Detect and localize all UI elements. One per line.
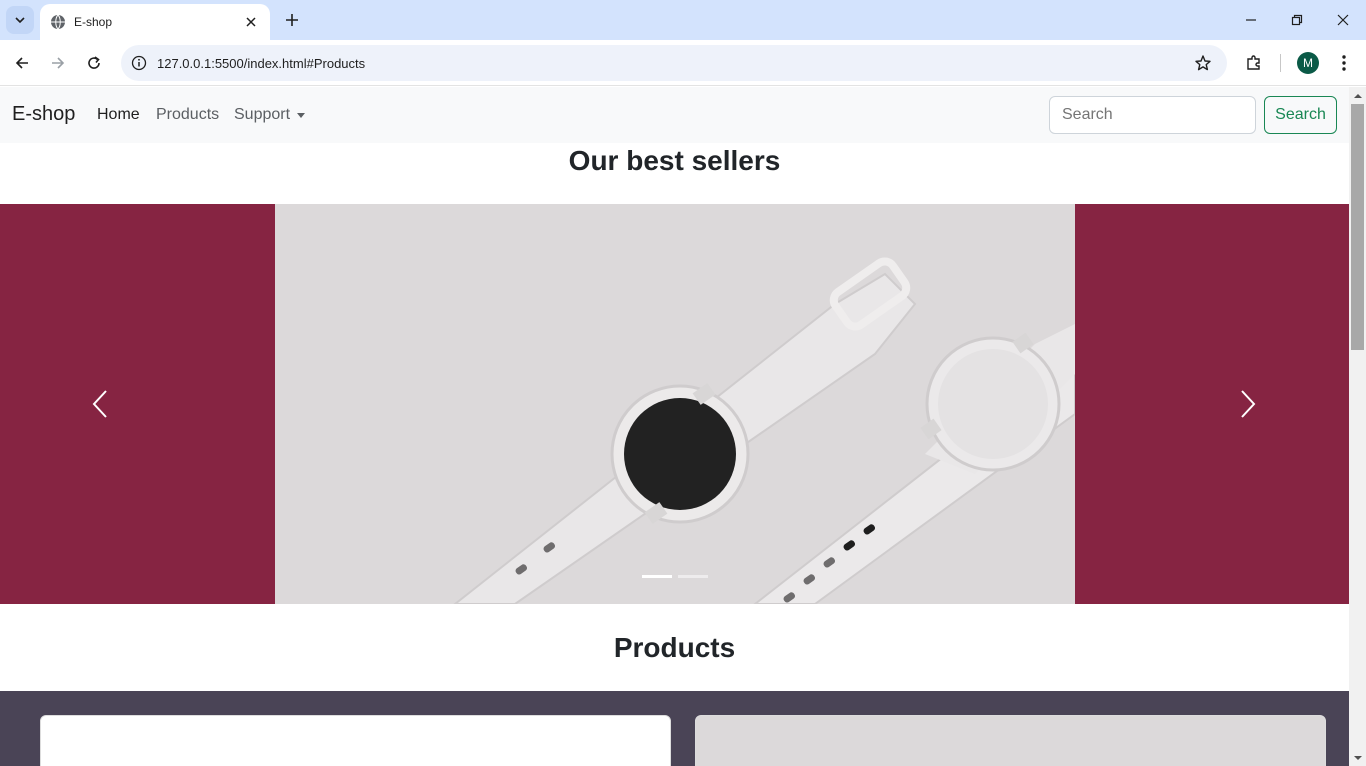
browser-toolbar: 127.0.0.1:5500/index.html#Products [0,40,1366,86]
search-input[interactable] [1049,96,1256,134]
tab-search-button[interactable] [6,6,34,34]
more-vertical-icon [1342,55,1346,71]
products-heading: Products [613,632,736,663]
products-section [0,691,1349,766]
best-sellers-carousel [0,204,1349,604]
forward-button[interactable] [44,49,72,77]
chevron-right-icon [1241,390,1256,418]
arrow-left-icon [15,57,28,69]
scroll-up-button[interactable] [1349,87,1366,104]
chevron-left-icon [92,390,107,418]
search-button[interactable]: Search [1264,96,1337,134]
plus-icon [286,14,298,26]
minimize-button[interactable] [1228,0,1274,40]
best-sellers-heading: Our best sellers [568,145,781,176]
nav-support-label: Support [234,106,291,123]
site-navbar: E-shop Home Products Support Search [0,87,1349,143]
bookmark-star-icon[interactable] [1185,45,1221,81]
site-info-icon[interactable] [121,45,157,81]
restore-icon [1291,14,1303,26]
restore-button[interactable] [1274,0,1320,40]
close-icon [246,17,256,27]
profile-avatar[interactable]: M [1297,52,1319,74]
toolbar-divider [1280,54,1281,72]
page-viewport: E-shop Home Products Support Search Our … [0,87,1349,766]
nav-dropdown-support[interactable]: Support [234,106,306,124]
caret-down-icon [297,112,306,118]
arrow-right-icon [52,57,65,69]
close-icon [1337,14,1349,26]
nav-link-products[interactable]: Products [156,106,219,124]
tab-title: E-shop [74,15,113,29]
address-bar[interactable]: 127.0.0.1:5500/index.html#Products [121,45,1227,81]
triangle-down-icon [1353,755,1362,760]
back-button[interactable] [8,49,36,77]
page-scrollbar[interactable] [1349,87,1366,766]
browser-tabstrip: E-shop [0,0,1366,40]
chevron-down-icon [15,17,25,24]
carousel-indicator-2[interactable] [678,575,708,578]
triangle-up-icon [1353,93,1362,98]
carousel-indicators [642,575,708,578]
watch-product-image [275,204,1075,604]
browser-tab[interactable]: E-shop [40,4,270,40]
scroll-down-button[interactable] [1349,749,1366,766]
carousel-indicator-1[interactable] [642,575,672,578]
puzzle-icon [1247,55,1260,70]
globe-icon [51,14,65,30]
carousel-prev-button[interactable] [80,384,120,424]
url-text: 127.0.0.1:5500/index.html#Products [157,55,366,71]
product-card[interactable] [695,715,1326,766]
scrollbar-thumb[interactable] [1351,104,1364,350]
extensions-button[interactable] [1240,49,1268,77]
browser-menu-button[interactable] [1330,49,1358,77]
navbar-brand[interactable]: E-shop [12,103,75,126]
tab-close-button[interactable] [242,13,260,31]
reload-button[interactable] [80,49,108,77]
nav-link-home[interactable]: Home [97,106,140,124]
new-tab-button[interactable] [280,8,304,32]
reload-icon [88,56,100,69]
carousel-slide-image [275,204,1075,604]
minimize-icon [1246,19,1256,21]
close-window-button[interactable] [1320,0,1366,40]
carousel-next-button[interactable] [1228,384,1268,424]
product-card[interactable] [40,715,671,766]
